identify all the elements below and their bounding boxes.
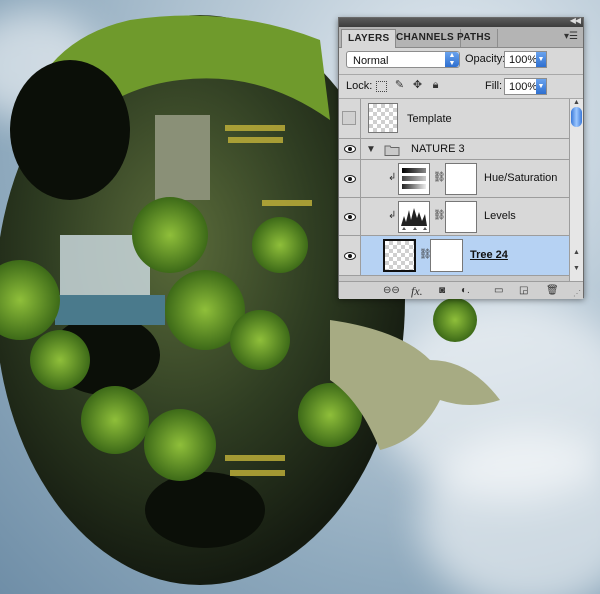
visibility-toggle[interactable] <box>339 198 361 235</box>
panel-menu-icon[interactable]: ▾☰ <box>564 31 578 42</box>
link-chain-icon[interactable]: ⛓ <box>433 172 446 183</box>
layer-thumbnail[interactable] <box>383 239 416 272</box>
layers-list: Template ▼ NATURE 3 ↲ ⛓ Hue/Saturation ↲… <box>339 99 569 281</box>
visibility-toggle[interactable] <box>339 236 361 275</box>
lock-all-icon[interactable]: 🔒︎ <box>430 80 441 91</box>
collapse-icon[interactable]: ◀◀ <box>570 16 581 25</box>
fill-value: 100% <box>509 81 538 93</box>
trash-icon[interactable]: 🗑︎ <box>546 285 559 297</box>
clipping-arrow-icon: ↲ <box>388 172 397 183</box>
link-layers-icon[interactable]: ⊖⊖ <box>383 285 400 297</box>
layers-scrollbar[interactable]: ▲ ▲ ▼ <box>569 99 583 281</box>
clipping-arrow-icon: ↲ <box>388 210 397 221</box>
chevron-down-icon[interactable]: ▼ <box>536 79 546 94</box>
layer-mask-thumbnail[interactable] <box>430 239 463 272</box>
layers-panel: ◀◀ LAYERS CHANNELS PATHS ▾☰ Normal ▲ ▼ Op… <box>338 16 584 299</box>
panel-tabs: LAYERS CHANNELS PATHS ▾☰ <box>339 27 583 48</box>
hidden-eye-box-icon[interactable] <box>342 111 356 125</box>
lock-brush-icon[interactable]: ✎ <box>394 80 405 91</box>
lock-move-icon[interactable]: ✥ <box>412 80 423 91</box>
new-group-icon[interactable]: ▭ <box>494 285 503 297</box>
layer-name: Hue/Saturation <box>484 172 558 184</box>
tab-layers[interactable]: LAYERS <box>341 29 397 48</box>
visibility-toggle[interactable] <box>339 139 361 159</box>
panel-titlebar[interactable]: ◀◀ <box>339 16 583 27</box>
add-mask-icon[interactable]: ◙ <box>439 285 445 297</box>
opacity-input[interactable]: 100% ▼ <box>504 51 547 68</box>
resize-grip-icon[interactable]: ⋰ <box>573 289 581 298</box>
layer-row-tree-24[interactable]: ⛓ Tree 24 <box>339 236 569 276</box>
eye-icon <box>344 212 356 221</box>
layer-mask-thumbnail[interactable] <box>445 163 477 195</box>
group-name: NATURE 3 <box>411 143 465 155</box>
visibility-toggle[interactable] <box>339 99 361 138</box>
eye-icon <box>344 251 356 260</box>
tab-paths[interactable]: PATHS <box>451 29 498 47</box>
scroll-down-icon[interactable]: ▼ <box>573 265 580 272</box>
group-expand-icon[interactable]: ▼ <box>366 144 376 155</box>
visibility-toggle[interactable] <box>339 160 361 197</box>
adjustment-layer-icon[interactable]: ◐. <box>461 285 470 297</box>
scroll-up-icon[interactable]: ▲ <box>573 249 580 256</box>
layer-name: Levels <box>484 210 516 222</box>
levels-adjustment-icon <box>398 201 430 233</box>
layer-row-group[interactable]: ▼ NATURE 3 <box>339 139 569 160</box>
eye-icon <box>344 174 356 183</box>
eye-icon <box>344 145 356 153</box>
hue-saturation-adjustment-icon <box>398 163 430 195</box>
layer-mask-thumbnail[interactable] <box>445 201 477 233</box>
link-chain-icon[interactable]: ⛓ <box>433 210 446 221</box>
scroll-thumb[interactable] <box>571 107 582 127</box>
scroll-up-icon[interactable]: ▲ <box>573 99 580 106</box>
layer-row-template[interactable]: Template <box>339 99 569 139</box>
opacity-value: 100% <box>509 54 538 66</box>
blend-mode-value: Normal <box>353 55 389 67</box>
layer-name: Template <box>407 113 452 125</box>
folder-icon <box>384 145 400 156</box>
new-layer-icon[interactable]: ◲ <box>519 285 528 297</box>
fx-icon[interactable]: fx. <box>411 285 423 297</box>
lock-label: Lock: <box>346 80 373 92</box>
chevron-updown-icon: ▲ ▼ <box>445 52 459 67</box>
opacity-label: Opacity: <box>465 53 506 65</box>
layer-row-hue-saturation[interactable]: ↲ ⛓ Hue/Saturation <box>339 160 569 198</box>
panel-footer: ⊖⊖ fx. ◙ ◐. ▭ ◲ 🗑︎ ⋰ <box>339 281 583 299</box>
fill-input[interactable]: 100% ▼ <box>504 78 547 95</box>
blend-mode-select[interactable]: Normal ▲ ▼ <box>346 51 460 68</box>
layer-name: Tree 24 <box>470 249 508 261</box>
layer-thumbnail <box>368 103 398 133</box>
fill-label: Fill: <box>485 80 503 92</box>
chevron-down-icon[interactable]: ▼ <box>536 52 546 67</box>
lock-transparency-icon[interactable] <box>376 81 387 92</box>
layer-row-levels[interactable]: ↲ ⛓ Levels <box>339 198 569 236</box>
